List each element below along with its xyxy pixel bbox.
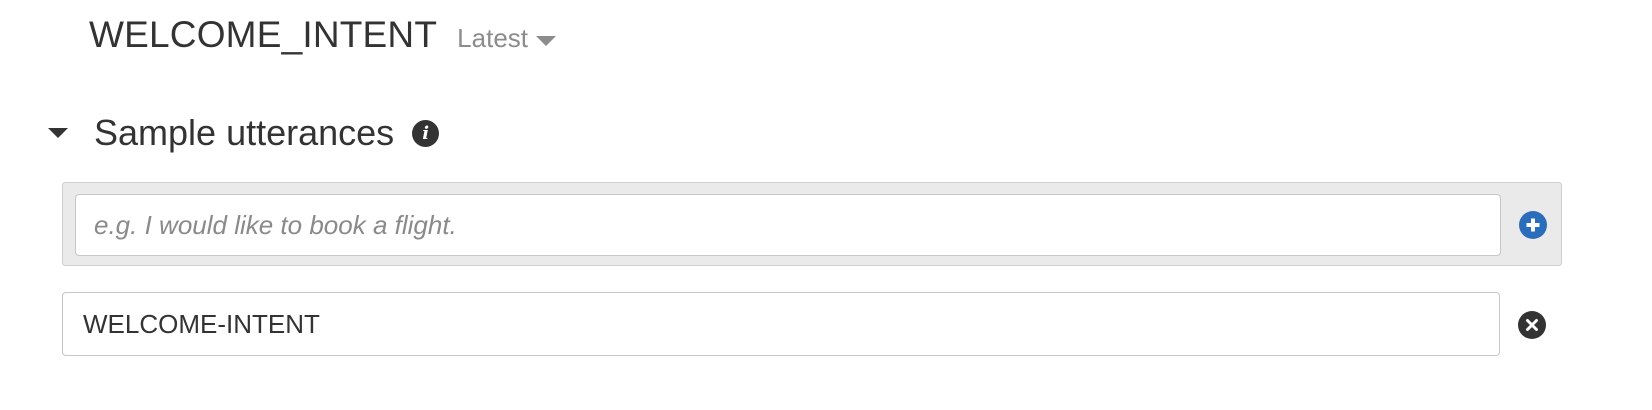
info-icon[interactable]: i [412,119,440,147]
caret-down-icon [536,35,556,46]
utterance-input[interactable] [62,292,1500,356]
intent-header: WELCOME_INTENT Latest [89,14,556,56]
add-utterance-button[interactable] [1519,211,1547,239]
new-utterance-panel [62,182,1562,266]
remove-utterance-button[interactable] [1518,311,1546,339]
close-circle-icon [1526,319,1538,331]
sample-utterances-section-header[interactable]: Sample utterances i [48,112,440,154]
intent-title: WELCOME_INTENT [89,14,438,55]
section-title: Sample utterances [94,112,395,153]
version-dropdown[interactable]: Latest [457,23,556,54]
plus-circle-icon [1526,218,1540,232]
caret-down-icon[interactable] [48,128,68,138]
intent-editor: WELCOME_INTENT Latest Sample utterances … [0,0,1652,410]
version-label: Latest [457,23,528,53]
new-utterance-input[interactable] [75,194,1501,256]
